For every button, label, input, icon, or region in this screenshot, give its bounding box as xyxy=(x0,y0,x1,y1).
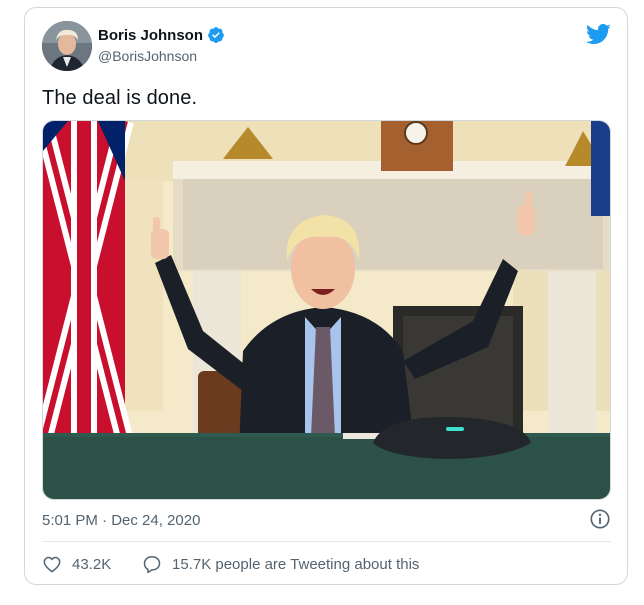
speech-bubble-icon xyxy=(142,554,162,574)
heart-icon xyxy=(42,554,62,574)
tweeting-about-link[interactable]: 15.7K people are Tweeting about this xyxy=(142,554,419,574)
tweet-timestamp[interactable]: 5:01 PM · Dec 24, 2020 xyxy=(42,512,200,529)
author-handle[interactable]: @BorisJohnson xyxy=(98,48,197,64)
like-count: 43.2K xyxy=(72,555,112,573)
display-name[interactable]: Boris Johnson xyxy=(98,27,203,44)
tweet-text: The deal is done. xyxy=(42,87,198,109)
divider xyxy=(42,541,611,542)
tweet-card[interactable]: Boris Johnson @BorisJohnson The deal is … xyxy=(24,7,628,585)
tweet-photo[interactable] xyxy=(42,120,611,500)
like-button[interactable]: 43.2K xyxy=(42,554,111,574)
twitter-bird-icon[interactable] xyxy=(585,21,611,47)
author-name-row[interactable]: Boris Johnson xyxy=(98,26,225,44)
verified-badge-icon xyxy=(207,26,225,44)
avatar[interactable] xyxy=(42,21,92,71)
tweeting-about-text: 15.7K people are Tweeting about this xyxy=(172,555,420,573)
info-icon[interactable] xyxy=(589,508,611,530)
